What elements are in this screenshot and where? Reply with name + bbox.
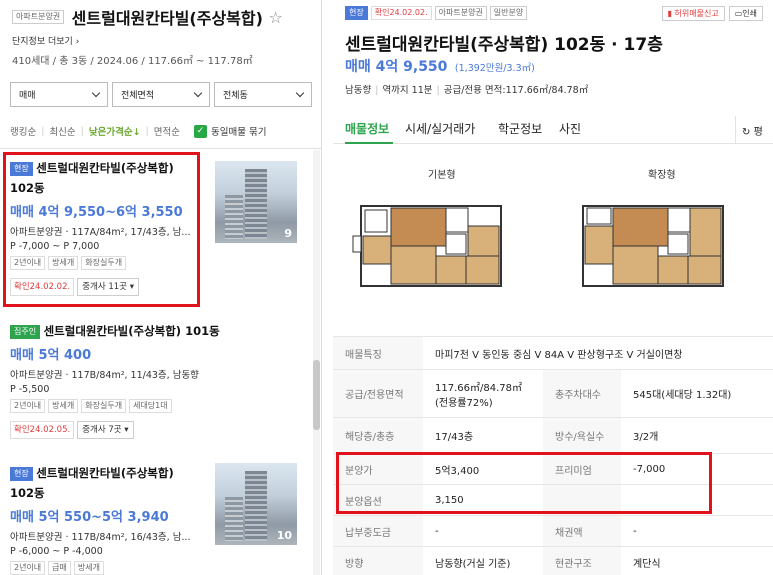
sort-low-price[interactable]: 낮은가격순↓	[89, 124, 141, 138]
sort-ranking[interactable]: 랭킹순	[10, 124, 36, 138]
complex-title: 센트럴대원칸타빌(주상복합)	[71, 9, 263, 28]
refresh-icon: ↻	[742, 127, 751, 138]
listing-desc: 아파트분양권 · 117B/84m², 11/43층, 남동향	[10, 370, 199, 381]
tab-listing-info[interactable]: 매물정보	[345, 120, 389, 137]
agents-dropdown[interactable]: 중개사 7곳 ▾	[77, 421, 134, 439]
detail-meta: 남동향 | 역까지 11분 | 공급/전용 면적:117.66㎡/84.78㎡	[345, 85, 589, 96]
listing-tag: 화장실두개	[81, 399, 127, 413]
floorplan-label: 확장형	[648, 170, 676, 181]
detail-tabs: 매물정보 시세/실거래가 학군정보 사진 ↻ 평	[333, 116, 773, 144]
report-button[interactable]: ▮ 허위매물신고	[661, 6, 725, 21]
scrollbar[interactable]	[313, 150, 320, 575]
listing-desc: 아파트분양권 · 117B/84m², 16/43층, 남...	[10, 532, 191, 543]
floorplan-extended[interactable]	[573, 196, 733, 296]
tab-school[interactable]: 학군정보	[498, 120, 542, 137]
siren-icon: ▮	[667, 9, 672, 18]
confirm-date: 확인24.02.05.	[10, 421, 75, 439]
pyeong-toggle[interactable]: ↻ 평	[735, 116, 773, 144]
detail-title: 센트럴대원칸타빌(주상복합) 102동 · 17층	[345, 35, 663, 55]
check-icon: ✓	[193, 124, 207, 138]
chevron-down-icon	[91, 88, 101, 98]
photo-count: 9	[284, 227, 292, 240]
trade-type-select[interactable]: 매매	[10, 82, 108, 107]
listing-tag: 2년이내	[10, 561, 46, 575]
floorplan-basic[interactable]	[351, 196, 511, 296]
confirm-date: 확인24.02.02.	[370, 6, 432, 20]
filter-bar: 매매 전체면적 전체동	[10, 82, 312, 107]
listing-title: 센트럴대원칸타빌(주상복합)	[36, 466, 174, 480]
listing-tag: 세대당1대	[129, 399, 172, 413]
listing-tag: 급매	[48, 561, 71, 575]
listing-tag: 방세개	[73, 561, 104, 575]
tab-price-history[interactable]: 시세/실거래가	[405, 120, 475, 137]
photo-count: 10	[276, 529, 292, 542]
complex-info-link[interactable]: 단지정보 더보기 ›	[12, 34, 312, 47]
complex-header: 아파트분양권 센트럴대원칸타빌(주상복합) ☆ 단지정보 더보기 › 410세대…	[12, 5, 312, 67]
listing-badge: 현장	[10, 467, 33, 481]
listing-premium: P -5,500	[10, 384, 50, 395]
table-row: 매물특징 마피7천 V 동인동 중심 V 84A V 판상형구조 V 거실이면창	[333, 336, 773, 370]
same-listing-toggle[interactable]: ✓ 동일매물 묶기	[193, 124, 267, 138]
listing-premium: P -6,000 ~ P -4,000	[10, 546, 103, 557]
star-icon[interactable]: ☆	[268, 8, 282, 27]
detail-badge: 일반분양	[489, 6, 528, 20]
detail-badge: 현장	[345, 6, 368, 20]
tab-photos[interactable]: 사진	[559, 120, 581, 137]
chevron-down-icon	[193, 88, 203, 98]
listing-badge: 집주인	[10, 325, 41, 339]
list-item[interactable]: 집주인 센트럴대원칸타빌(주상복합) 101동 매매 5억 400 아파트분양권…	[10, 323, 310, 439]
listing-tag: 방세개	[48, 399, 79, 413]
table-row: 공급/전용면적 117.66㎡/84.78㎡(전용률72%) 총주차대수 545…	[333, 369, 773, 418]
area-select[interactable]: 전체면적	[112, 82, 210, 107]
highlight-box	[3, 152, 200, 307]
detail-price-row: 매매 4억 9,550 (1,392만원/3.3㎡)	[345, 56, 535, 76]
table-row: 방향 남동향(거실 기준) 현관구조 계단식	[333, 546, 773, 575]
table-row: 해당층/총층 17/43층 방수/욕실수 3/2개	[333, 417, 773, 454]
price-per-pyeong: (1,392만원/3.3㎡)	[454, 63, 535, 74]
listing-tag: 2년이내	[10, 399, 46, 413]
listing-title: 센트럴대원칸타빌(주상복합) 101동	[43, 324, 220, 338]
table-row: 납부중도금 - 채권액 -	[333, 515, 773, 547]
highlight-box	[336, 452, 712, 514]
chevron-down-icon	[295, 88, 305, 98]
detail-actions: ▮ 허위매물신고 ▭인쇄	[661, 6, 763, 21]
type-badge: 아파트분양권	[12, 10, 65, 24]
print-button[interactable]: ▭인쇄	[728, 6, 763, 21]
detail-badges: 현장 확인24.02.02. 아파트분양권 일반분양	[345, 6, 528, 20]
divider	[0, 148, 321, 149]
listing-photo[interactable]: 10	[215, 463, 297, 545]
listing-photo[interactable]: 9	[215, 161, 297, 243]
detail-panel: 현장 확인24.02.02. 아파트분양권 일반분양 ▮ 허위매물신고 ▭인쇄 …	[333, 0, 773, 575]
detail-price: 매매 4억 9,550	[345, 59, 448, 75]
sort-area[interactable]: 면적순	[154, 124, 180, 138]
building-select[interactable]: 전체동	[214, 82, 312, 107]
detail-badge: 아파트분양권	[434, 6, 487, 20]
floorplan-label: 기본형	[428, 170, 456, 181]
scrollbar-thumb[interactable]	[313, 360, 320, 430]
sort-latest[interactable]: 최신순	[49, 124, 75, 138]
listing-price: 매매 5억 400	[10, 348, 92, 363]
same-listing-label: 동일매물 묶기	[210, 127, 267, 138]
sort-bar: 랭킹순 | 최신순 | 낮은가격순↓ | 면적순 ✓ 동일매물 묶기	[10, 124, 267, 138]
listing-panel: 아파트분양권 센트럴대원칸타빌(주상복합) ☆ 단지정보 더보기 › 410세대…	[0, 0, 322, 575]
complex-summary: 410세대 / 총 3동 / 2024.06 / 117.66㎡ ~ 117.7…	[12, 56, 253, 67]
